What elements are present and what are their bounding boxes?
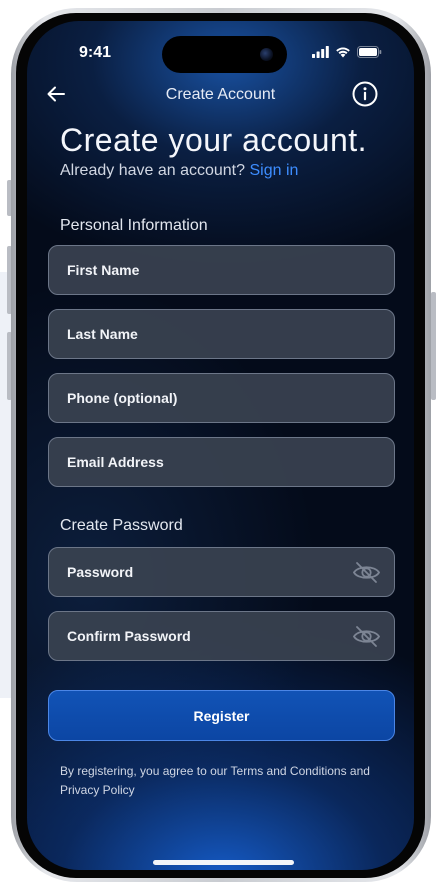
- confirm-password-input[interactable]: [49, 612, 394, 660]
- last-name-field[interactable]: [48, 309, 395, 359]
- password-input[interactable]: [49, 548, 394, 596]
- camera-icon: [260, 48, 273, 61]
- eye-off-icon[interactable]: [352, 560, 381, 585]
- phone-field[interactable]: [48, 373, 395, 423]
- nav-header: Create Account: [27, 81, 414, 109]
- status-time: 9:41: [79, 44, 112, 61]
- first-name-field[interactable]: [48, 245, 395, 295]
- email-field[interactable]: [48, 437, 395, 487]
- wifi-icon: [335, 45, 351, 58]
- phone-screen: 9:41 Create Account Create your account.…: [27, 21, 414, 870]
- page-headline: Create your account.: [60, 122, 368, 158]
- email-input[interactable]: [49, 438, 394, 486]
- dynamic-island: [162, 36, 287, 73]
- cellular-signal-icon: [312, 45, 329, 58]
- legal-text: By registering, you agree to our Terms a…: [60, 764, 370, 797]
- battery-icon: [357, 45, 382, 58]
- signin-prompt-text: Already have an account?: [60, 162, 246, 179]
- confirm-password-field[interactable]: [48, 611, 395, 661]
- home-indicator[interactable]: [153, 860, 294, 865]
- phone-input[interactable]: [49, 374, 394, 422]
- password-field[interactable]: [48, 547, 395, 597]
- power-button: [431, 292, 436, 400]
- password-section-label: Create Password: [60, 517, 183, 534]
- eye-off-icon[interactable]: [352, 624, 381, 649]
- register-button[interactable]: Register: [48, 690, 395, 741]
- signin-prompt: Already have an account? Sign in: [60, 162, 298, 180]
- first-name-input[interactable]: [49, 246, 394, 294]
- last-name-input[interactable]: [49, 310, 394, 358]
- info-icon[interactable]: [352, 81, 378, 107]
- personal-info-label: Personal Information: [60, 217, 208, 234]
- signin-link[interactable]: Sign in: [249, 162, 298, 179]
